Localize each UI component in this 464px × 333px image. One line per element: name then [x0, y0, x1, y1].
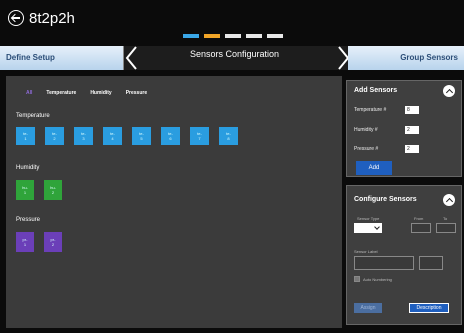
filter-bar: All Temperature Humidity Pressure: [26, 90, 147, 96]
sensor-tile[interactable]: te- 5: [132, 127, 151, 145]
sensor-tile[interactable]: te- 2: [45, 127, 64, 145]
add-sensors-title: Add Sensors: [354, 87, 398, 94]
add-sensors-panel: Add Sensors Temperature # 8 Humidity # 2…: [346, 80, 462, 177]
sensor-tile[interactable]: pr- 1: [16, 232, 34, 252]
sensor-tile[interactable]: te- 6: [161, 127, 180, 145]
assign-button[interactable]: Assign: [354, 303, 382, 313]
pressure-count-field[interactable]: 2: [405, 145, 419, 153]
progress-indicator: [183, 34, 283, 38]
sensor-type-select[interactable]: [354, 223, 382, 233]
humidity-count-label: Humidity #: [354, 127, 378, 133]
tiles-pressure: pr- 1 pr- 2: [16, 232, 62, 252]
next-step-group-sensors[interactable]: Group Sensors: [348, 46, 464, 70]
to-label: To: [443, 216, 448, 221]
configure-sensors-panel: Configure Sensors Sensor Type From To Se…: [346, 185, 462, 325]
filter-temperature[interactable]: Temperature: [46, 90, 76, 96]
temperature-count-label: Temperature #: [354, 107, 387, 113]
description-button[interactable]: Description: [409, 303, 449, 313]
add-button[interactable]: Add: [356, 161, 392, 175]
chevron-left-icon[interactable]: [124, 46, 140, 70]
top-bar: 8t2p2h: [0, 0, 464, 46]
sensor-tile[interactable]: hu- 2: [44, 180, 62, 200]
from-field[interactable]: [411, 223, 431, 233]
prev-step-define-setup[interactable]: Define Setup: [0, 46, 124, 70]
sensor-label-label: Sensor Label: [354, 249, 378, 254]
sensor-label-field[interactable]: [354, 256, 414, 270]
sensor-tile[interactable]: pr- 2: [44, 232, 62, 252]
sensor-tile[interactable]: te- 7: [190, 127, 209, 145]
humidity-count-field[interactable]: 2: [405, 126, 419, 134]
back-arrow-icon[interactable]: [8, 10, 24, 26]
sensor-tile[interactable]: te- 3: [74, 127, 93, 145]
sensor-canvas: All Temperature Humidity Pressure Temper…: [6, 76, 342, 328]
from-label: From: [414, 216, 424, 221]
sensor-tile[interactable]: te- 1: [16, 127, 35, 145]
to-field[interactable]: [436, 223, 456, 233]
filter-humidity[interactable]: Humidity: [90, 90, 111, 96]
sensor-label-suffix-field[interactable]: [419, 256, 443, 270]
configure-sensors-title: Configure Sensors: [354, 196, 417, 203]
prev-step-label: Define Setup: [6, 53, 55, 62]
auto-numbering-checkbox[interactable]: [354, 276, 360, 282]
collapse-up-icon[interactable]: [443, 194, 455, 206]
sensor-tile[interactable]: hu- 1: [16, 180, 34, 200]
sensor-tile[interactable]: te- 8: [219, 127, 238, 145]
wizard-nav: Define Setup Sensors Configuration Group…: [0, 46, 464, 70]
pressure-count-label: Pressure #: [354, 146, 379, 152]
collapse-up-icon[interactable]: [443, 85, 455, 97]
sensor-tile[interactable]: te- 4: [103, 127, 122, 145]
page-title: Sensors Configuration: [190, 49, 280, 59]
tiles-humidity: hu- 1 hu- 2: [16, 180, 62, 200]
filter-all[interactable]: All: [26, 90, 32, 96]
app-title: 8t2p2h: [29, 10, 75, 27]
tiles-temperature: te- 1 te- 2 te- 3 te- 4 te- 5 te- 6 te- 7 te- 8: [16, 127, 238, 145]
next-step-label: Group Sensors: [400, 53, 458, 62]
progress-step-5: [267, 34, 283, 38]
progress-step-1: [183, 34, 199, 38]
progress-step-4: [246, 34, 262, 38]
group-title-pressure: Pressure: [16, 217, 41, 223]
temperature-count-field[interactable]: 8: [405, 106, 419, 114]
progress-step-3: [225, 34, 241, 38]
progress-step-2: [204, 34, 220, 38]
auto-numbering-label: Auto Numbering: [363, 277, 392, 282]
filter-pressure[interactable]: Pressure: [126, 90, 147, 96]
sensor-type-label: Sensor Type: [357, 216, 380, 221]
group-title-temperature: Temperature: [16, 113, 50, 119]
group-title-humidity: Humidity: [16, 165, 40, 171]
